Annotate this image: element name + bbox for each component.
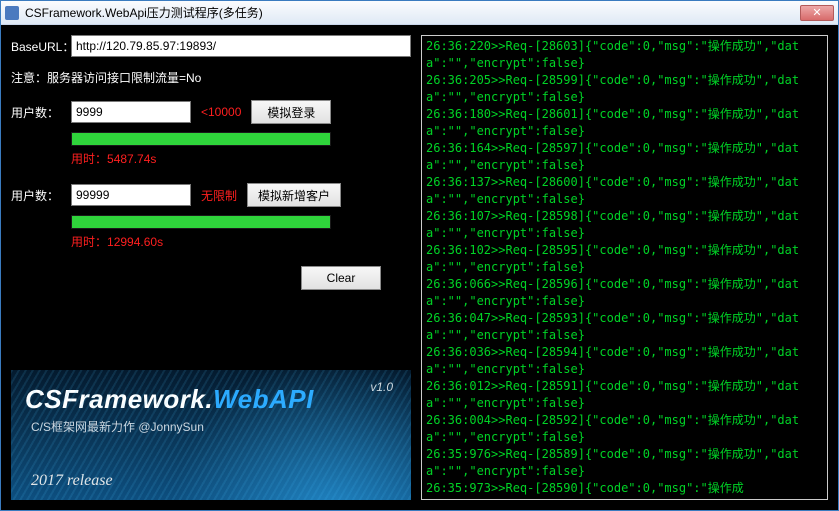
left-panel: BaseURL： 注意：服务器访问接口限制流量=No 用户数： <10000 模…	[11, 35, 411, 500]
addcust-button[interactable]: 模拟新增客户	[247, 183, 341, 207]
banner-title-web: WebAPI	[213, 384, 314, 414]
window-title: CSFramework.WebApi压力测试程序(多任务)	[25, 4, 800, 21]
addcust-elapsed-value: 12994.60s	[107, 235, 163, 249]
login-elapsed-value: 5487.74s	[107, 152, 156, 166]
login-progress	[71, 132, 331, 146]
client-area: BaseURL： 注意：服务器访问接口限制流量=No 用户数： <10000 模…	[1, 25, 838, 510]
login-row: 用户数： <10000 模拟登录	[11, 100, 411, 124]
app-window: CSFramework.WebApi压力测试程序(多任务) ✕ BaseURL：…	[0, 0, 839, 511]
login-users-label: 用户数：	[11, 104, 71, 121]
login-limit: <10000	[201, 105, 241, 119]
login-users-input[interactable]	[71, 101, 191, 123]
close-icon: ✕	[812, 6, 821, 19]
banner-version: v1.0	[370, 380, 393, 394]
addcust-progress	[71, 215, 331, 229]
baseurl-row: BaseURL：	[11, 35, 411, 57]
banner-subtitle: C/S框架网最新力作 @JonnySun	[31, 418, 204, 435]
titlebar[interactable]: CSFramework.WebApi压力测试程序(多任务) ✕	[1, 1, 838, 25]
log-panel[interactable]: 26:36:220>>Req-[28603]{"code":0,"msg":"操…	[421, 35, 828, 500]
banner-title-cs: CSFramework.	[25, 384, 213, 414]
addcust-users-label: 用户数：	[11, 187, 71, 204]
close-button[interactable]: ✕	[800, 5, 834, 21]
baseurl-label: BaseURL：	[11, 38, 71, 55]
addcust-limit: 无限制	[201, 187, 237, 204]
addcust-row: 用户数： 无限制 模拟新增客户	[11, 183, 411, 207]
login-elapsed-label: 用时：	[71, 152, 107, 166]
clear-button[interactable]: Clear	[301, 266, 381, 290]
app-icon	[5, 6, 19, 20]
banner: CSFramework.WebAPI v1.0 C/S框架网最新力作 @Jonn…	[11, 370, 411, 500]
addcust-progress-fill	[72, 216, 330, 228]
login-elapsed: 用时：5487.74s	[71, 150, 411, 167]
banner-title: CSFramework.WebAPI	[25, 384, 314, 415]
addcust-elapsed: 用时：12994.60s	[71, 233, 411, 250]
login-progress-fill	[72, 133, 330, 145]
banner-release: 2017 release	[31, 472, 113, 490]
clear-row: Clear	[11, 266, 411, 290]
login-button[interactable]: 模拟登录	[251, 100, 331, 124]
addcust-elapsed-label: 用时：	[71, 235, 107, 249]
log-output: 26:36:220>>Req-[28603]{"code":0,"msg":"操…	[426, 38, 823, 497]
baseurl-input[interactable]	[71, 35, 411, 57]
addcust-users-input[interactable]	[71, 184, 191, 206]
note-text: 注意：服务器访问接口限制流量=No	[11, 69, 411, 86]
